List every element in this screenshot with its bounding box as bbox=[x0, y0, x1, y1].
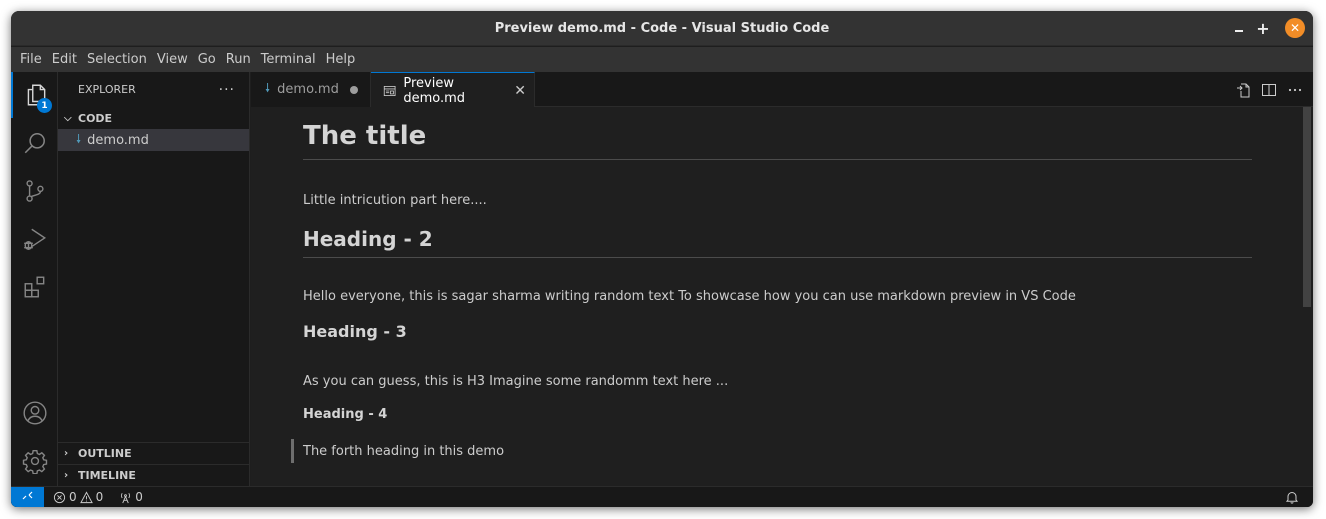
warning-icon bbox=[79, 490, 93, 503]
paragraph-3: As you can guess, this is H3 Imagine som… bbox=[303, 374, 729, 389]
tab-preview-demo-md[interactable]: Preview demo.md ✕ bbox=[371, 72, 535, 108]
menu-help[interactable]: Help bbox=[321, 52, 361, 67]
extensions-icon bbox=[24, 276, 44, 298]
menu-terminal[interactable]: Terminal bbox=[256, 52, 321, 67]
heading-1: The title bbox=[303, 121, 1252, 160]
markdown-file-icon: 🠗 bbox=[265, 81, 271, 95]
editor-tab-bar: 🠗 demo.md Preview demo.md ✕ bbox=[251, 72, 1313, 108]
heading-2: Heading - 2 bbox=[303, 227, 1252, 258]
markdown-preview: The title Little intricution part here..… bbox=[251, 107, 1313, 486]
broadcast-icon bbox=[121, 492, 131, 503]
menu-selection[interactable]: Selection bbox=[82, 52, 152, 67]
menu-run[interactable]: Run bbox=[221, 52, 256, 67]
more-actions-icon[interactable]: ··· bbox=[219, 82, 235, 98]
status-bar: 0 0 0 bbox=[11, 486, 1313, 507]
minimize-icon bbox=[1235, 30, 1243, 32]
activity-extensions[interactable] bbox=[11, 264, 58, 310]
folder-code-header[interactable]: ⌵ CODE bbox=[58, 107, 249, 129]
explorer-badge: 1 bbox=[37, 98, 52, 113]
problems-indicator[interactable]: 0 0 bbox=[53, 490, 103, 504]
vscode-window: Preview demo.md - Code - Visual Studio C… bbox=[11, 11, 1313, 507]
file-item-demo-md[interactable]: 🠗 demo.md bbox=[58, 129, 249, 151]
file-name: demo.md bbox=[87, 132, 149, 148]
activity-bar: 1 bbox=[11, 72, 58, 486]
gear-icon bbox=[22, 450, 47, 474]
run-debug-icon bbox=[23, 228, 46, 250]
explorer-sidebar: EXPLORER ··· ⌵ CODE 🠗 demo.md › OUTLINE … bbox=[58, 72, 250, 486]
account-icon bbox=[22, 401, 47, 425]
timeline-section[interactable]: › TIMELINE bbox=[58, 464, 249, 486]
editor-actions bbox=[1235, 72, 1303, 107]
sidebar-bottom-sections: › OUTLINE › TIMELINE bbox=[58, 442, 249, 486]
remote-icon bbox=[22, 491, 32, 500]
split-editor-icon[interactable] bbox=[1261, 82, 1277, 98]
maximize-button[interactable]: + bbox=[1253, 18, 1273, 38]
activity-accounts[interactable] bbox=[11, 390, 58, 436]
error-count: 0 bbox=[69, 490, 77, 504]
activity-run-debug[interactable] bbox=[11, 216, 58, 262]
chevron-right-icon: › bbox=[64, 470, 69, 481]
explorer-title: EXPLORER bbox=[78, 83, 136, 96]
unsaved-dot-icon[interactable] bbox=[350, 85, 358, 94]
tab-label: Preview demo.md bbox=[403, 75, 466, 106]
tab-demo-md[interactable]: 🠗 demo.md bbox=[251, 72, 371, 107]
window-title: Preview demo.md - Code - Visual Studio C… bbox=[494, 20, 830, 36]
close-tab-icon[interactable]: ✕ bbox=[514, 83, 526, 99]
menu-edit[interactable]: Edit bbox=[47, 52, 82, 67]
minimize-button[interactable] bbox=[1229, 18, 1249, 38]
preview-scrollbar[interactable] bbox=[1303, 107, 1311, 307]
folder-name: CODE bbox=[78, 111, 113, 125]
activity-source-control[interactable] bbox=[11, 168, 58, 214]
close-window-button[interactable]: ✕ bbox=[1285, 18, 1305, 38]
heading-3: Heading - 3 bbox=[303, 322, 407, 341]
markdown-file-icon: 🠗 bbox=[76, 131, 82, 146]
warning-count: 0 bbox=[95, 490, 104, 504]
activity-manage[interactable] bbox=[11, 438, 58, 484]
chevron-down-icon: ⌵ bbox=[64, 112, 72, 124]
blockquote: The forth heading in this demo bbox=[291, 439, 504, 463]
ports-count: 0 bbox=[135, 490, 143, 504]
source-control-icon bbox=[25, 180, 44, 202]
menu-view[interactable]: View bbox=[152, 52, 193, 67]
timeline-label: TIMELINE bbox=[78, 469, 136, 482]
outline-label: OUTLINE bbox=[78, 447, 132, 460]
preview-icon bbox=[383, 85, 396, 96]
heading-4: Heading - 4 bbox=[303, 407, 388, 422]
title-bar: Preview demo.md - Code - Visual Studio C… bbox=[11, 11, 1313, 46]
activity-explorer[interactable]: 1 bbox=[11, 72, 58, 118]
paragraph-2: Hello everyone, this is sagar sharma wri… bbox=[303, 289, 1076, 304]
open-source-icon[interactable] bbox=[1235, 82, 1251, 98]
more-actions-icon[interactable] bbox=[1287, 82, 1303, 98]
ports-indicator[interactable]: 0 bbox=[119, 490, 143, 504]
activity-search[interactable] bbox=[11, 120, 58, 166]
explorer-header: EXPLORER ··· bbox=[58, 72, 249, 107]
menu-go[interactable]: Go bbox=[193, 52, 221, 67]
bell-icon[interactable] bbox=[1285, 490, 1299, 504]
error-icon bbox=[53, 491, 66, 503]
chevron-right-icon: › bbox=[64, 448, 69, 459]
paragraph-1: Little intricution part here.... bbox=[303, 193, 487, 208]
remote-indicator[interactable] bbox=[11, 486, 44, 507]
menu-bar: File Edit Selection View Go Run Terminal… bbox=[11, 47, 1313, 72]
search-icon bbox=[24, 133, 45, 154]
outline-section[interactable]: › OUTLINE bbox=[58, 442, 249, 464]
tab-label: demo.md bbox=[277, 82, 339, 97]
menu-file[interactable]: File bbox=[15, 52, 47, 67]
